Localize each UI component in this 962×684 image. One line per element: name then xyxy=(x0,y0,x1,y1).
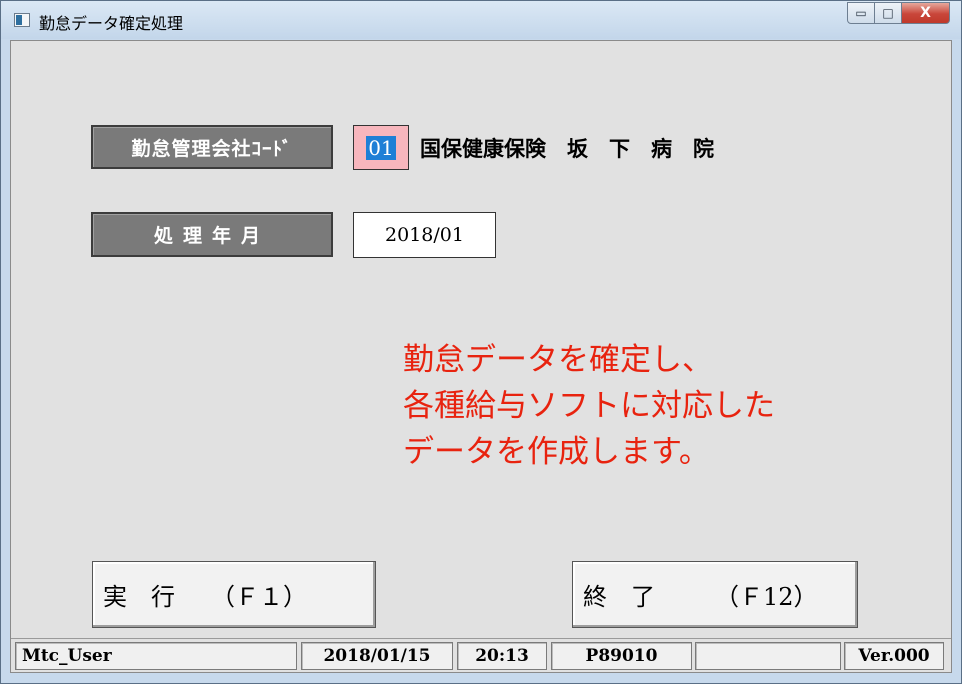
company-code-label: 勤怠管理会社ｺｰﾄﾞ xyxy=(91,125,333,169)
status-empty-panel xyxy=(695,642,841,670)
caption-buttons: ▭ □ X xyxy=(847,2,950,24)
form-area: 勤怠管理会社ｺｰﾄﾞ 01 国保健康保険 坂 下 病 院 処理年月 2018/0… xyxy=(10,40,952,673)
status-time: 20:13 xyxy=(457,642,547,670)
instruction-message: 勤怠データを確定し、 各種給与ソフトに対応した データを作成します。 xyxy=(403,342,775,470)
minimize-button[interactable]: ▭ xyxy=(847,2,875,24)
close-icon: X xyxy=(920,5,931,21)
company-code-field[interactable]: 01 xyxy=(353,125,409,170)
company-name: 国保健康保険 坂 下 病 院 xyxy=(420,136,714,161)
period-label: 処理年月 xyxy=(91,212,333,257)
close-button[interactable]: X xyxy=(902,2,950,24)
app-window: 勤怠データ確定処理 ▭ □ X 勤怠管理会社ｺｰﾄﾞ 01 国保健康保険 坂 下… xyxy=(0,0,962,684)
exit-button[interactable]: 終 了 （Ｆ12） xyxy=(572,561,858,628)
status-user: Mtc_User xyxy=(15,642,297,670)
minimize-icon: ▭ xyxy=(855,6,867,20)
status-version: Ver.000 xyxy=(844,642,944,670)
maximize-button[interactable]: □ xyxy=(875,2,902,24)
execute-button[interactable]: 実 行 （Ｆ１） xyxy=(92,561,376,628)
app-icon[interactable] xyxy=(14,13,30,27)
period-field[interactable]: 2018/01 xyxy=(353,212,496,258)
status-date: 2018/01/15 xyxy=(301,642,453,670)
status-program-id: P89010 xyxy=(551,642,692,670)
title-bar[interactable]: 勤怠データ確定処理 ▭ □ X xyxy=(1,1,961,39)
status-bar: Mtc_User 2018/01/15 20:13 P89010 Ver.000 xyxy=(11,638,951,672)
maximize-icon: □ xyxy=(882,6,894,20)
window-title: 勤怠データ確定処理 xyxy=(39,14,184,33)
company-code-value: 01 xyxy=(366,135,396,160)
